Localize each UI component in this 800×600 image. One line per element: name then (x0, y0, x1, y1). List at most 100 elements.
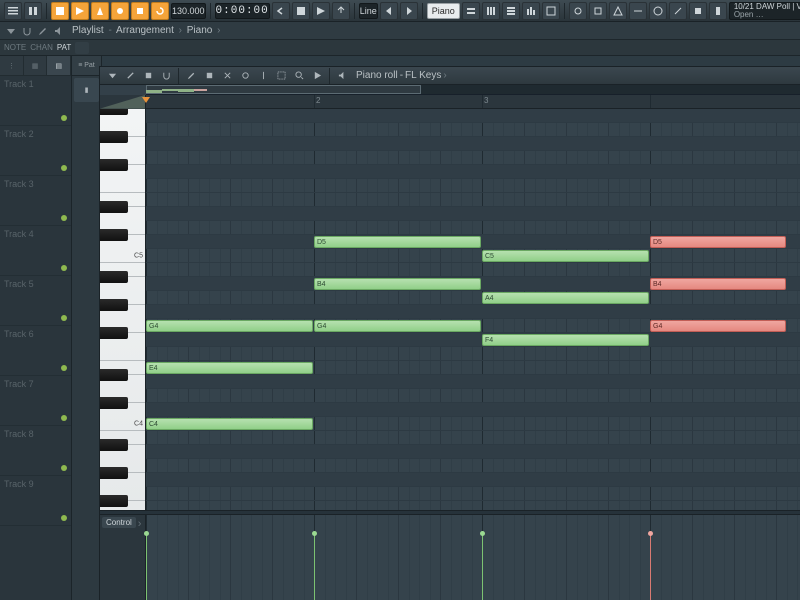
time-display[interactable]: 0:00:00 (215, 3, 270, 19)
black-key[interactable] (100, 271, 128, 284)
pr-tools-icon[interactable] (122, 68, 138, 84)
midi-note[interactable]: B4 (314, 278, 481, 290)
side-tab-pat[interactable]: PAT (57, 43, 71, 52)
pr-select-tool-icon[interactable] (273, 68, 289, 84)
pr-draw-tool-icon[interactable] (183, 68, 199, 84)
playlist-crumb-arrangement[interactable]: Arrangement (116, 25, 174, 36)
black-key[interactable] (100, 397, 128, 410)
playlist-menu-icon[interactable] (4, 24, 18, 38)
metronome-button[interactable] (91, 2, 109, 20)
snap-prev-button[interactable] (380, 2, 398, 20)
pr-stamp-icon[interactable] (140, 68, 156, 84)
velocity-grid[interactable] (146, 515, 800, 600)
view-browser-button[interactable] (542, 2, 560, 20)
pattern-icon[interactable] (24, 2, 42, 20)
track-active-dot[interactable] (61, 165, 67, 171)
piano-roll-ruler[interactable]: 23 (146, 95, 800, 109)
c-key-label[interactable] (100, 249, 145, 263)
black-key[interactable] (100, 327, 128, 340)
tool-a-button[interactable] (569, 2, 587, 20)
track-active-dot[interactable] (61, 265, 67, 271)
side-tab-note[interactable]: NOTE (4, 43, 26, 52)
undo-button[interactable] (272, 2, 290, 20)
midi-note[interactable]: C5 (482, 250, 649, 262)
pr-slice-tool-icon[interactable] (255, 68, 271, 84)
tool-g-button[interactable] (689, 2, 707, 20)
render-button[interactable] (312, 2, 330, 20)
save-button[interactable] (292, 2, 310, 20)
track-active-dot[interactable] (61, 415, 67, 421)
piano-roll-minimap[interactable] (146, 85, 800, 95)
pr-mute-tool-icon[interactable] (237, 68, 253, 84)
track-mini-tab[interactable]: ▤ (47, 56, 71, 75)
snap-selector[interactable]: Line (359, 3, 378, 19)
track-mini-tab[interactable]: ▦ (24, 56, 48, 75)
black-key[interactable] (100, 201, 128, 214)
black-key[interactable] (100, 131, 128, 144)
tool-f-button[interactable] (669, 2, 687, 20)
midi-note[interactable]: F4 (482, 334, 649, 346)
midi-note[interactable]: A4 (482, 292, 649, 304)
velocity-marker[interactable] (146, 534, 147, 600)
midi-note[interactable]: G4 (146, 320, 313, 332)
black-key[interactable] (100, 299, 128, 312)
pr-zoom-tool-icon[interactable] (291, 68, 307, 84)
pattern-picker-icon[interactable] (75, 42, 89, 54)
midi-note[interactable]: C4 (146, 418, 313, 430)
view-playlist-button[interactable] (462, 2, 480, 20)
velocity-marker[interactable] (314, 534, 315, 600)
c-key-label[interactable] (100, 417, 145, 431)
black-key[interactable] (100, 229, 128, 242)
loop-record-button[interactable] (151, 2, 169, 20)
note-grid[interactable]: ⬨ C4E4G4G4B4D5F4A4C5G4B4D5 (146, 109, 800, 510)
pr-delete-tool-icon[interactable] (219, 68, 235, 84)
black-key[interactable] (100, 369, 128, 382)
midi-note[interactable]: D5 (650, 236, 786, 248)
tool-d-button[interactable] (629, 2, 647, 20)
channel-name-field[interactable]: Piano (427, 3, 460, 19)
countdown-button[interactable] (131, 2, 149, 20)
pr-playback-tool-icon[interactable] (309, 68, 325, 84)
view-pianoroll-button[interactable] (482, 2, 500, 20)
track-active-dot[interactable] (61, 465, 67, 471)
track-row[interactable]: Track 6 (0, 326, 71, 376)
pattern-mode-button[interactable] (51, 2, 69, 20)
tool-b-button[interactable] (589, 2, 607, 20)
velocity-marker[interactable] (482, 534, 483, 600)
track-row[interactable]: Track 5 (0, 276, 71, 326)
piano-keyboard[interactable] (100, 109, 146, 510)
track-row[interactable]: Track 1 (0, 76, 71, 126)
view-channelrack-button[interactable] (502, 2, 520, 20)
track-active-dot[interactable] (61, 515, 67, 521)
pr-paint-tool-icon[interactable] (201, 68, 217, 84)
tool-c-button[interactable] (609, 2, 627, 20)
track-row[interactable]: Track 2 (0, 126, 71, 176)
black-key[interactable] (100, 467, 128, 480)
view-mixer-button[interactable] (522, 2, 540, 20)
pr-speaker-icon[interactable] (334, 68, 350, 84)
menu-icon[interactable] (4, 2, 22, 20)
black-key[interactable] (100, 495, 128, 508)
pattern-column-header[interactable]: ≡ Pat (72, 56, 101, 76)
playhead-marker[interactable] (142, 95, 150, 108)
midi-note[interactable]: E4 (146, 362, 313, 374)
playlist-magnet-icon[interactable] (20, 24, 34, 38)
control-tab[interactable]: Control (102, 517, 136, 528)
pr-menu-icon[interactable] (104, 68, 120, 84)
pattern-clip[interactable]: ▮ (74, 78, 99, 102)
midi-note[interactable]: G4 (650, 320, 786, 332)
track-row[interactable]: Track 3 (0, 176, 71, 226)
track-active-dot[interactable] (61, 115, 67, 121)
snap-next-button[interactable] (400, 2, 418, 20)
track-row[interactable]: Track 7 (0, 376, 71, 426)
pr-magnet-icon[interactable] (158, 68, 174, 84)
piano-roll-title[interactable]: Piano roll - FL Keys › (356, 70, 447, 81)
black-key[interactable] (100, 109, 128, 115)
playlist-speaker-icon[interactable] (52, 24, 66, 38)
track-active-dot[interactable] (61, 315, 67, 321)
export-button[interactable] (332, 2, 350, 20)
playlist-pencil-icon[interactable] (36, 24, 50, 38)
tempo-display[interactable]: 130.000 (171, 3, 206, 19)
black-key[interactable] (100, 159, 128, 172)
side-tab-chan[interactable]: CHAN (30, 43, 53, 52)
